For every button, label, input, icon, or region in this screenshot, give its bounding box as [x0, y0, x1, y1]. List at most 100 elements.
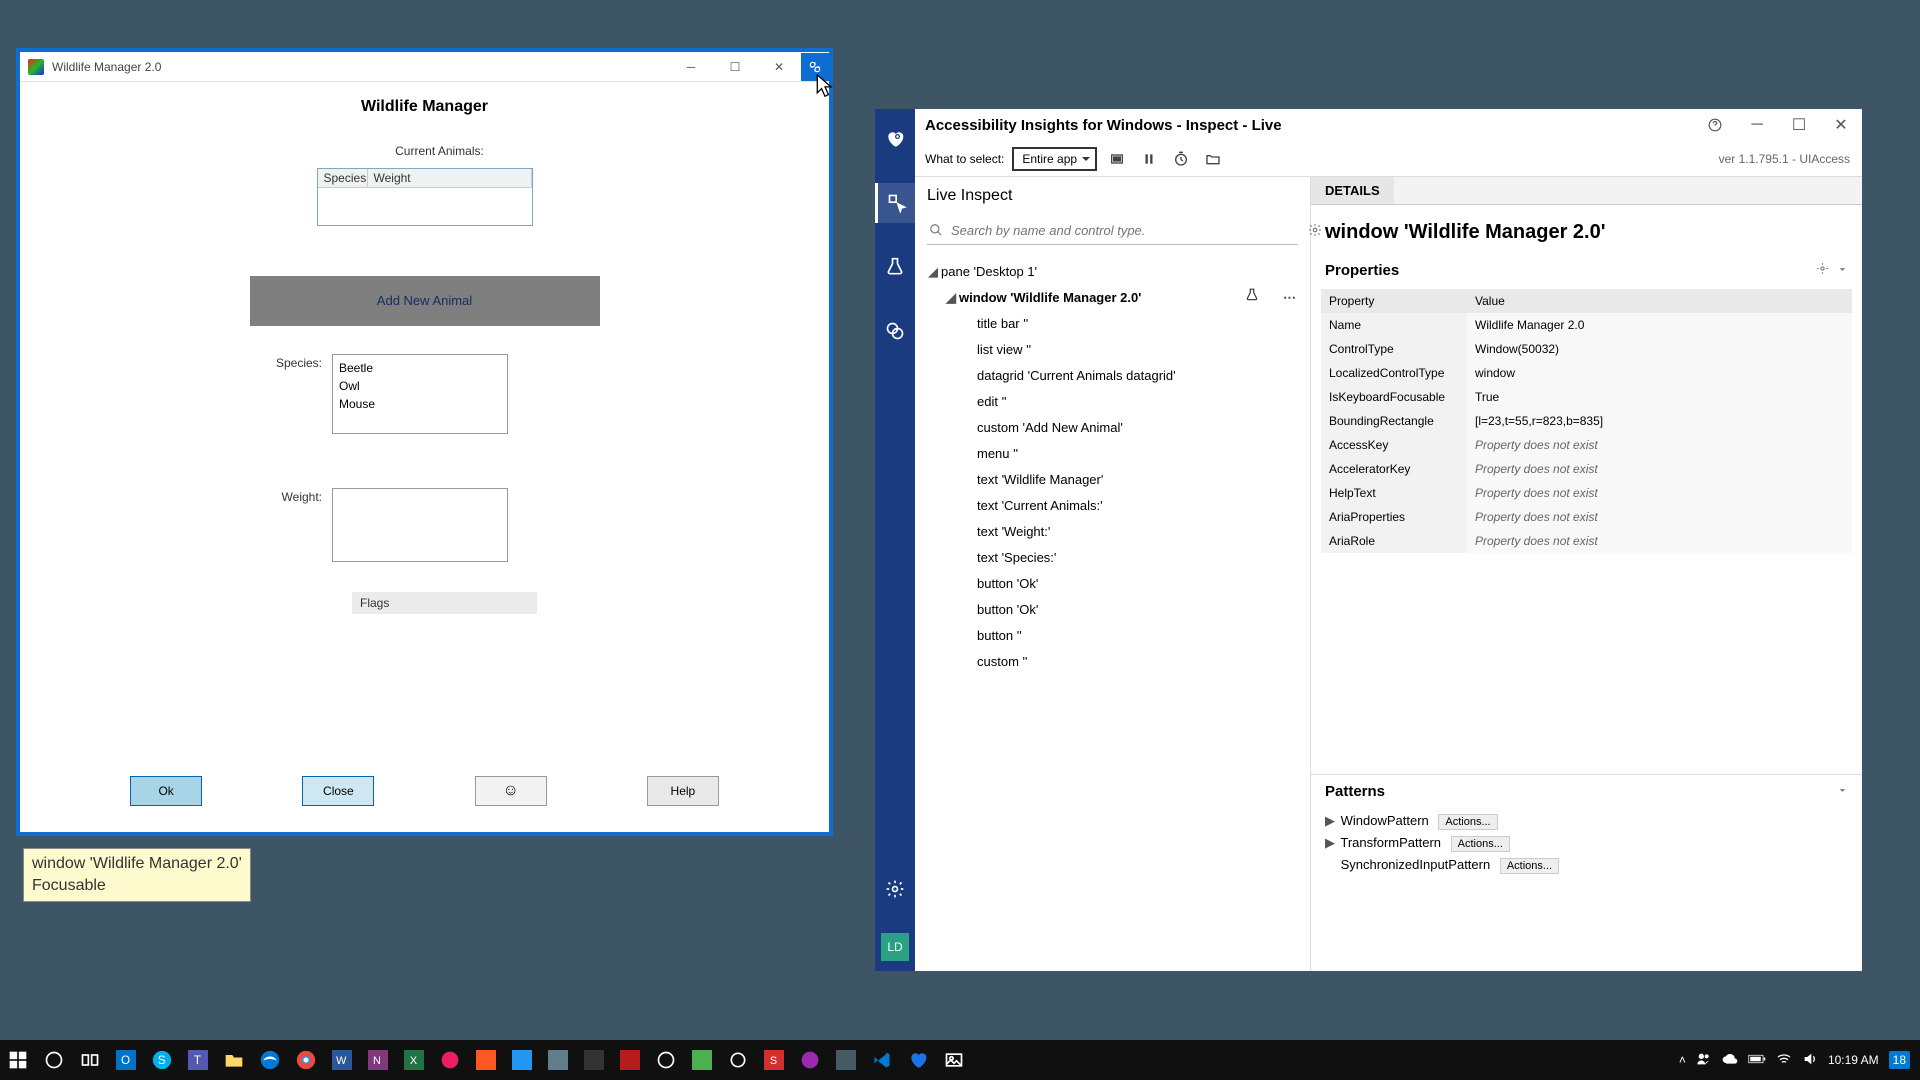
close-window-button[interactable]: ✕ — [757, 53, 801, 81]
tree-row[interactable]: list view '' — [919, 337, 1306, 363]
close-button[interactable]: Close — [302, 776, 374, 806]
explorer-icon[interactable] — [216, 1040, 252, 1080]
sidebar-test-icon[interactable] — [875, 247, 915, 287]
taskbar[interactable]: O S T W N X S ˄ 10:19 AM 18 — [0, 1040, 1920, 1080]
tree-row[interactable]: text 'Weight:' — [919, 519, 1306, 545]
tree-row[interactable]: custom 'Add New Animal' — [919, 415, 1306, 441]
excel-icon[interactable]: X — [396, 1040, 432, 1080]
weight-input[interactable] — [332, 488, 508, 562]
pattern-actions-button[interactable]: Actions... — [1451, 836, 1510, 852]
props-expand-icon[interactable] — [1837, 262, 1848, 279]
tree-row[interactable]: button 'Ok' — [919, 571, 1306, 597]
titlebar[interactable]: Wildlife Manager 2.0 ─ ☐ ✕ — [20, 52, 829, 82]
test-beaker-icon[interactable] — [1245, 287, 1259, 309]
minimize-button[interactable]: ─ — [669, 53, 713, 81]
teams-icon[interactable]: T — [180, 1040, 216, 1080]
props-settings-icon[interactable] — [1816, 262, 1829, 279]
sidebar-heart-icon[interactable] — [875, 119, 915, 159]
taskview-icon[interactable] — [72, 1040, 108, 1080]
app-icon[interactable] — [540, 1040, 576, 1080]
inspect-target-icon[interactable] — [801, 53, 829, 81]
sidebar-settings-icon[interactable] — [875, 869, 915, 909]
species-listbox[interactable]: Beetle Owl Mouse — [332, 354, 508, 434]
app-icon[interactable]: S — [756, 1040, 792, 1080]
tree-row[interactable]: title bar '' — [919, 311, 1306, 337]
tree-row[interactable]: text 'Current Animals:' — [919, 493, 1306, 519]
add-new-animal-button[interactable]: Add New Animal — [250, 276, 600, 326]
onenote-icon[interactable]: N — [360, 1040, 396, 1080]
flags-field[interactable]: Flags — [352, 592, 537, 614]
insights-taskbar-icon[interactable] — [900, 1040, 936, 1080]
pattern-actions-button[interactable]: Actions... — [1500, 858, 1559, 874]
ok-button[interactable]: Ok — [130, 776, 202, 806]
maximize-button[interactable]: ☐ — [713, 53, 757, 81]
tray-chevron-icon[interactable]: ˄ — [1679, 1053, 1686, 1067]
app-icon[interactable] — [684, 1040, 720, 1080]
app-icon[interactable] — [792, 1040, 828, 1080]
species-option[interactable]: Owl — [339, 377, 501, 395]
pattern-row[interactable]: SynchronizedInputPattern Actions... — [1325, 854, 1848, 875]
tree-search-input[interactable] — [927, 217, 1298, 245]
ai-minimize-button[interactable]: ─ — [1736, 109, 1778, 141]
grid-header-weight[interactable]: Weight — [368, 169, 532, 187]
tree-row[interactable]: button '' — [919, 623, 1306, 649]
sidebar-user-badge[interactable]: LD — [881, 933, 909, 961]
vscode-icon[interactable] — [864, 1040, 900, 1080]
tree-settings-icon[interactable] — [1308, 223, 1322, 242]
tray-cloud-icon[interactable] — [1722, 1051, 1738, 1070]
patterns-expand-icon[interactable] — [1837, 783, 1848, 800]
outlook-icon[interactable]: O — [108, 1040, 144, 1080]
chrome-icon[interactable] — [288, 1040, 324, 1080]
photos-icon[interactable] — [936, 1040, 972, 1080]
app-icon[interactable] — [612, 1040, 648, 1080]
word-icon[interactable]: W — [324, 1040, 360, 1080]
folder-open-icon[interactable] — [1201, 147, 1225, 171]
help-icon[interactable] — [1694, 109, 1736, 141]
timer-icon[interactable] — [1169, 147, 1193, 171]
what-to-select-dropdown[interactable]: Entire app — [1012, 147, 1097, 171]
current-animals-datagrid[interactable]: Species Weight — [317, 168, 533, 226]
tree-row[interactable]: button 'Ok' — [919, 597, 1306, 623]
skype-icon[interactable]: S — [144, 1040, 180, 1080]
edge-icon[interactable] — [252, 1040, 288, 1080]
sidebar-inspect-icon[interactable] — [875, 183, 915, 223]
help-button[interactable]: Help — [647, 776, 719, 806]
ai-maximize-button[interactable]: ☐ — [1778, 109, 1820, 141]
ai-close-button[interactable]: ✕ — [1820, 109, 1862, 141]
sidebar-cc-icon[interactable] — [875, 311, 915, 351]
start-button[interactable] — [0, 1040, 36, 1080]
element-tree[interactable]: ◢pane 'Desktop 1'◢window 'Wildlife Manag… — [915, 251, 1310, 971]
app-icon[interactable] — [648, 1040, 684, 1080]
tray-wifi-icon[interactable] — [1776, 1051, 1792, 1070]
details-tab[interactable]: DETAILS — [1311, 177, 1394, 204]
pattern-actions-button[interactable]: Actions... — [1438, 814, 1497, 830]
ai-titlebar[interactable]: Accessibility Insights for Windows - Ins… — [915, 109, 1862, 141]
pattern-row[interactable]: ▶ TransformPattern Actions... — [1325, 832, 1848, 854]
tree-row[interactable]: ◢window 'Wildlife Manager 2.0'⋯ — [919, 285, 1306, 311]
app-icon[interactable] — [576, 1040, 612, 1080]
app-icon[interactable] — [468, 1040, 504, 1080]
tray-people-icon[interactable] — [1696, 1051, 1712, 1070]
emoji-button[interactable]: ☺ — [475, 776, 547, 806]
tray-time[interactable]: 10:19 AM — [1828, 1053, 1879, 1067]
tree-row[interactable]: ◢pane 'Desktop 1' — [919, 259, 1306, 285]
tree-row[interactable]: menu '' — [919, 441, 1306, 467]
app-icon[interactable] — [432, 1040, 468, 1080]
highlighter-icon[interactable] — [1105, 147, 1129, 171]
species-option[interactable]: Beetle — [339, 359, 501, 377]
tray-battery-icon[interactable] — [1748, 1053, 1766, 1068]
cortana-icon[interactable] — [36, 1040, 72, 1080]
species-option[interactable]: Mouse — [339, 395, 501, 413]
pause-icon[interactable] — [1137, 147, 1161, 171]
tree-row[interactable]: text 'Species:' — [919, 545, 1306, 571]
tray-volume-icon[interactable] — [1802, 1051, 1818, 1070]
tree-row[interactable]: custom '' — [919, 649, 1306, 675]
app-icon[interactable] — [504, 1040, 540, 1080]
notification-icon[interactable]: 18 — [1889, 1051, 1910, 1069]
grid-header-species[interactable]: Species — [318, 169, 368, 187]
more-icon[interactable]: ⋯ — [1283, 287, 1298, 309]
tree-row[interactable]: datagrid 'Current Animals datagrid' — [919, 363, 1306, 389]
app-icon[interactable] — [828, 1040, 864, 1080]
app-icon[interactable] — [720, 1040, 756, 1080]
tree-row[interactable]: text 'Wildlife Manager' — [919, 467, 1306, 493]
